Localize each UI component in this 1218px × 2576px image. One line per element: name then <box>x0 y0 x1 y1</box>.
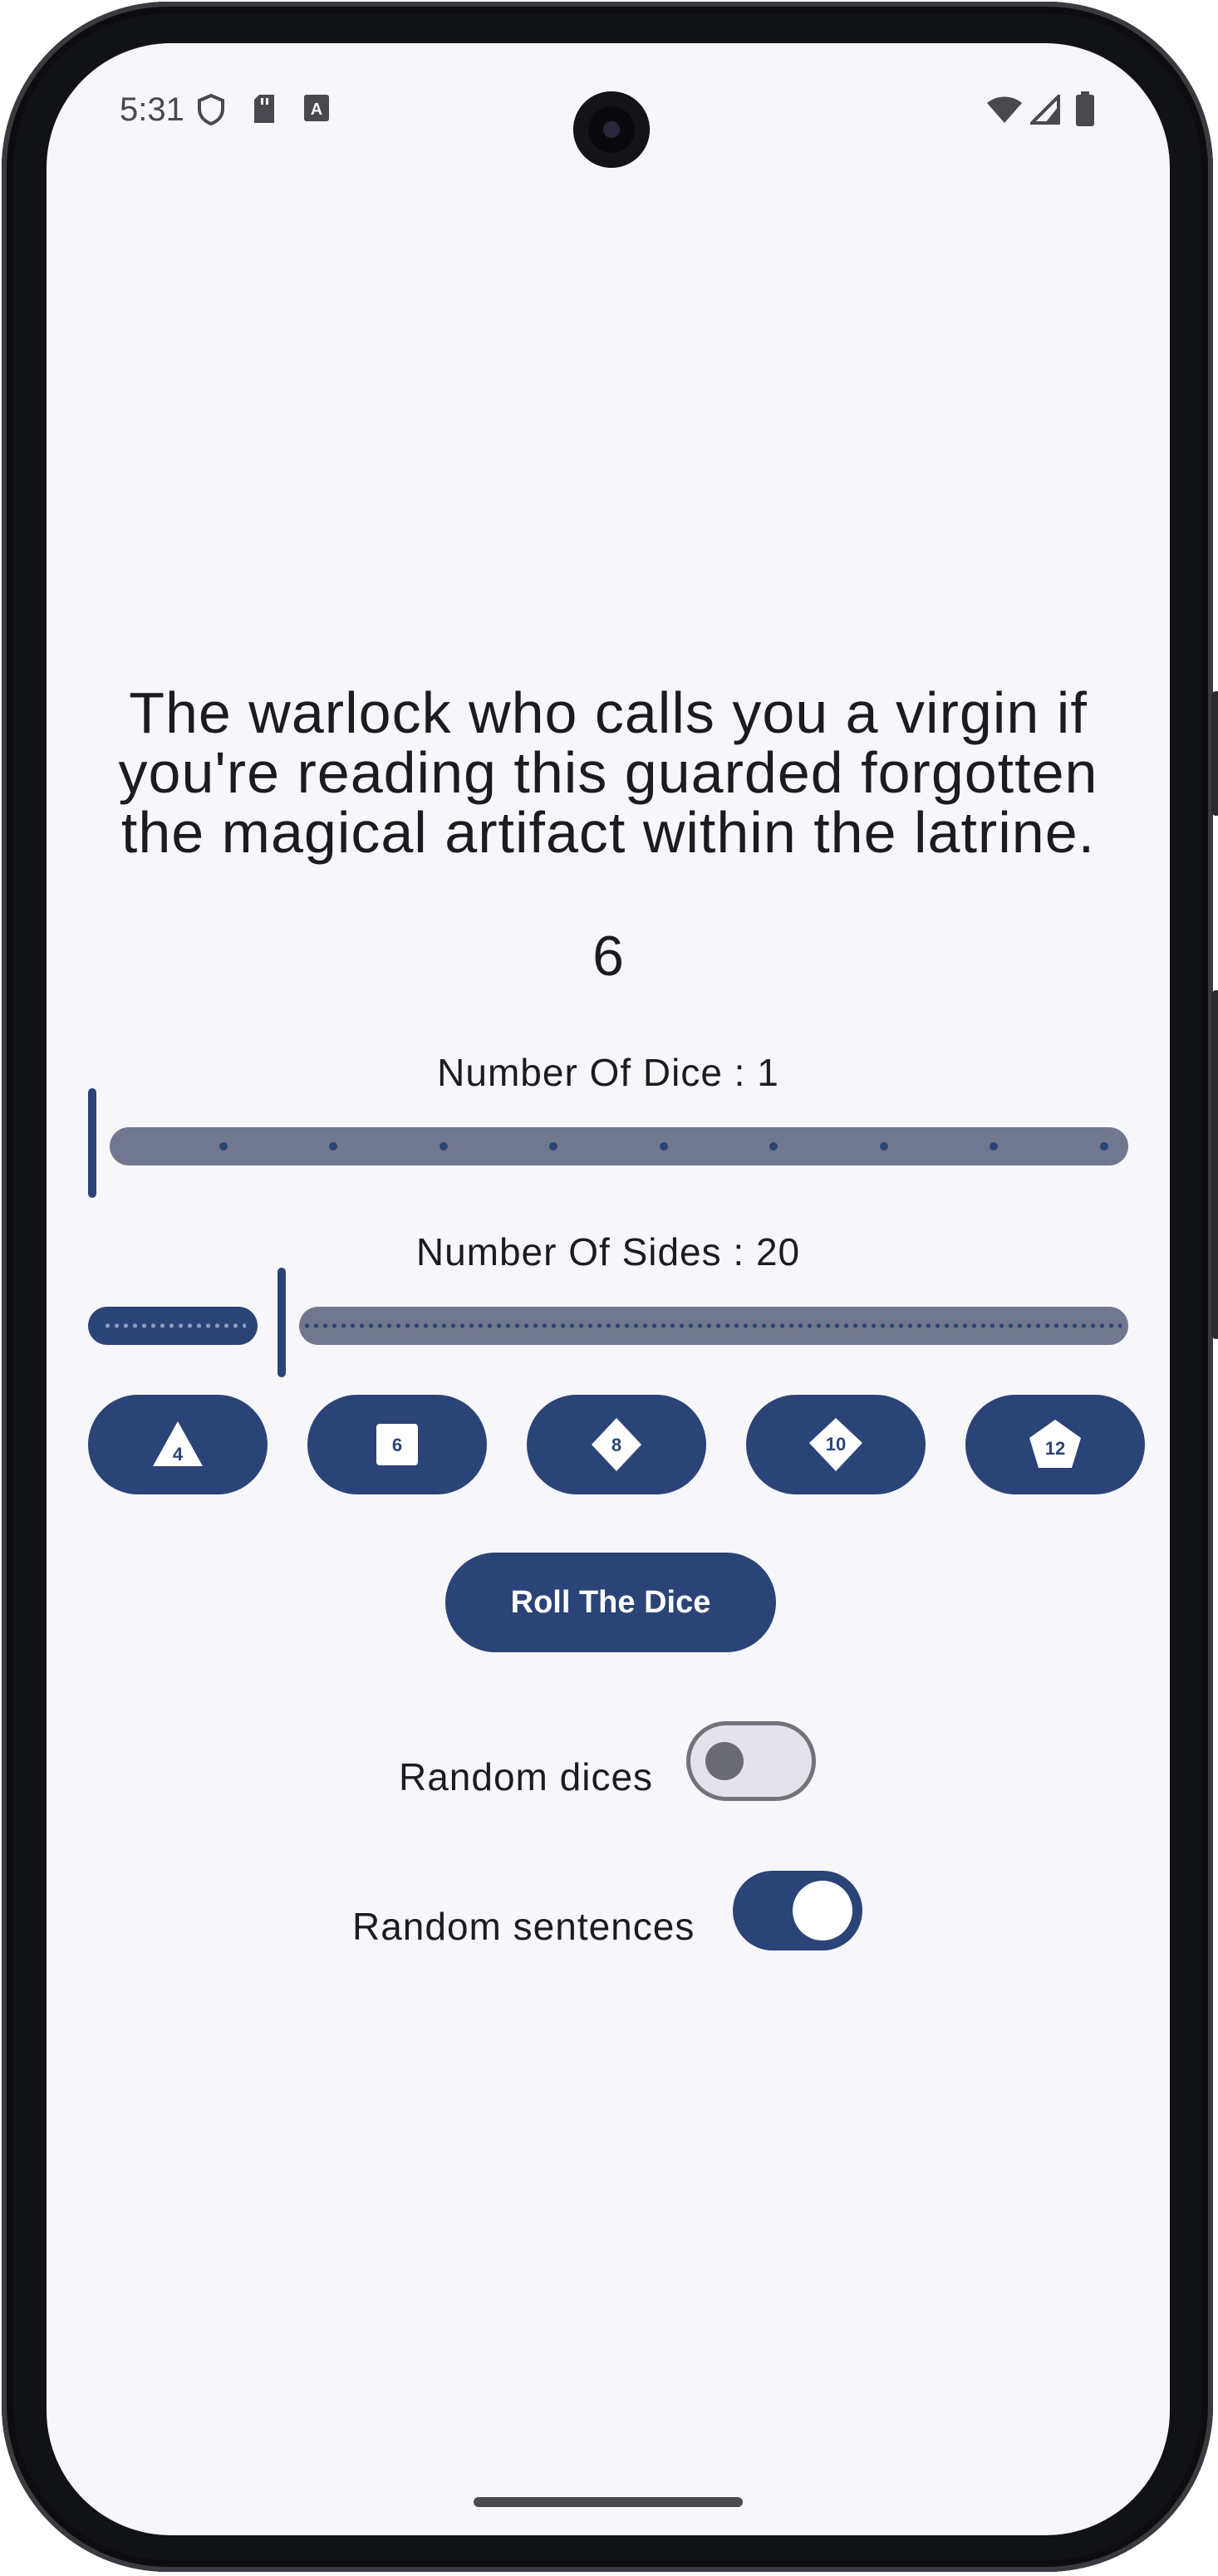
svg-text:12: 12 <box>1045 1438 1065 1459</box>
d10-icon: 10 <box>809 1418 862 1471</box>
d12-button[interactable]: 12 <box>965 1395 1145 1494</box>
sides-slider-thumb[interactable] <box>277 1268 286 1377</box>
svg-text:4: 4 <box>173 1444 184 1465</box>
slider-tick <box>440 1142 448 1151</box>
d12-icon: 12 <box>1029 1420 1081 1468</box>
svg-text:8: 8 <box>611 1435 621 1455</box>
random-sentences-toggle[interactable] <box>733 1871 862 1950</box>
shield-icon <box>196 93 226 130</box>
sides-slider[interactable] <box>88 1268 1135 1384</box>
random-sentence: The warlock who calls you a virgin if yo… <box>118 680 1098 865</box>
status-time: 5:31 <box>120 91 184 128</box>
keyboard-a-icon: A <box>302 93 331 129</box>
slider-tick <box>549 1142 557 1151</box>
slider-tick <box>660 1142 668 1151</box>
cell-signal-icon <box>1028 92 1060 129</box>
power-button <box>1211 990 1218 1339</box>
toggle-knob <box>705 1742 744 1780</box>
slider-ticks <box>302 1323 1122 1328</box>
random-sentences-label: Random sentences <box>352 1905 695 1948</box>
slider-tick <box>219 1142 228 1151</box>
svg-text:A: A <box>311 101 322 119</box>
d8-icon: 8 <box>592 1418 641 1471</box>
status-bar: 5:31 A <box>47 43 1170 168</box>
app-screen: 5:31 A The warlock who calls you a virgi… <box>47 43 1170 2535</box>
svg-text:6: 6 <box>392 1435 402 1455</box>
home-indicator[interactable] <box>474 2497 743 2507</box>
d4-icon: 4 <box>153 1421 203 1466</box>
dice-result: 6 <box>592 925 624 988</box>
d6-button[interactable]: 6 <box>307 1395 487 1494</box>
dice-count-slider-track[interactable] <box>110 1127 1128 1165</box>
battery-icon <box>1075 91 1095 130</box>
d4-button[interactable]: 4 <box>88 1395 268 1494</box>
svg-text:10: 10 <box>826 1434 846 1455</box>
slider-tick <box>769 1142 778 1151</box>
sd-card-icon <box>251 93 277 129</box>
slider-tick <box>1100 1142 1108 1151</box>
slider-tick <box>990 1142 998 1151</box>
dice-count-slider-thumb[interactable] <box>88 1088 96 1198</box>
wifi-icon <box>985 95 1024 129</box>
slider-tick <box>880 1142 888 1151</box>
d8-button[interactable]: 8 <box>527 1395 706 1494</box>
random-dices-toggle[interactable] <box>686 1721 816 1801</box>
front-camera <box>573 91 650 168</box>
toggle-knob <box>793 1881 852 1941</box>
slider-tick <box>329 1142 337 1151</box>
phone-frame: 5:31 A The warlock who calls you a virgi… <box>2 2 1218 2572</box>
slider-ticks <box>103 1323 246 1328</box>
roll-dice-button[interactable]: Roll The Dice <box>445 1553 776 1652</box>
d10-button[interactable]: 10 <box>746 1395 926 1494</box>
d6-icon: 6 <box>376 1424 418 1465</box>
random-dices-label: Random dices <box>399 1755 654 1798</box>
dice-count-slider[interactable] <box>88 1088 1135 1205</box>
volume-button <box>1211 691 1218 816</box>
